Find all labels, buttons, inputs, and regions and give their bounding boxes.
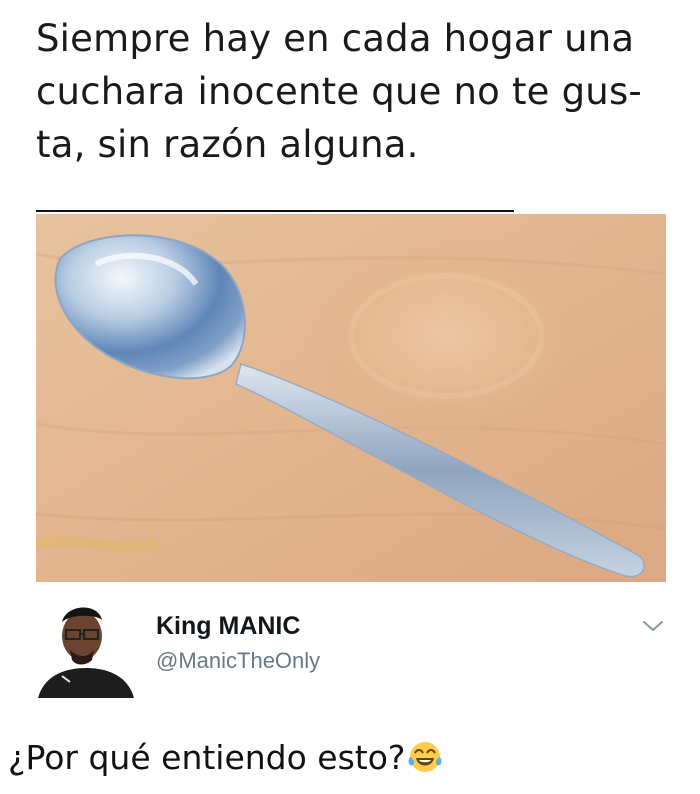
profile-photo-icon (36, 598, 136, 698)
tweet-text: ¿Por qué entiendo esto? (8, 738, 443, 777)
meme-headline: Siempre hay en cada hogar una cuchara in… (36, 12, 676, 171)
tweet-handle[interactable]: @ManicTheOnly (156, 648, 320, 674)
headline-line: Siempre hay en cada hogar una (36, 17, 635, 60)
chevron-down-icon (643, 621, 663, 631)
headline-line: cuchara inocente que no te gus- (36, 70, 642, 113)
spoon-photo (36, 214, 666, 582)
tweet-display-name[interactable]: King MANIC (156, 612, 300, 641)
divider-line (36, 210, 514, 212)
avatar[interactable] (36, 598, 136, 698)
headline-line: ta, sin razón alguna. (36, 123, 419, 166)
tweet-menu-button[interactable] (640, 616, 666, 636)
face-with-tears-of-joy-icon (409, 742, 442, 772)
tweet-text-content: ¿Por qué entiendo esto? (8, 738, 406, 777)
spoon-on-wood-image (36, 214, 666, 582)
